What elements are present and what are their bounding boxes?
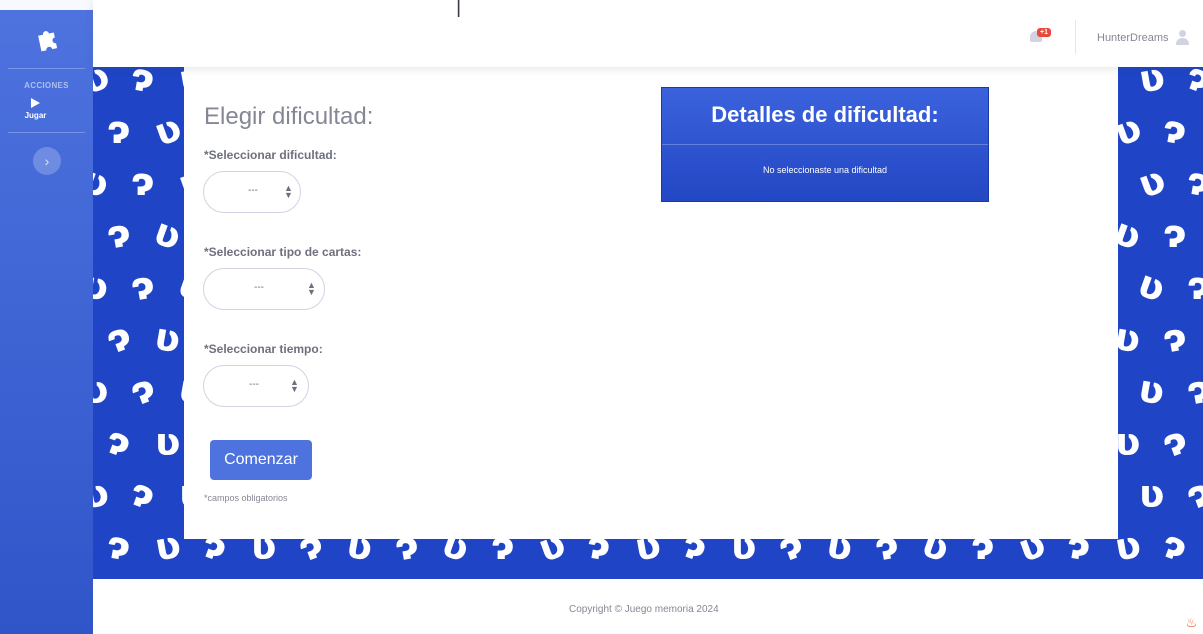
pattern-glyph: ʋ [1132, 260, 1172, 312]
difficulty-card: Elegir dificultad: *Seleccionar dificult… [184, 67, 1118, 539]
pattern-glyph: ɂ [100, 417, 138, 467]
brand-logo[interactable] [0, 10, 93, 68]
scroll-top-button[interactable]: ♨ [1180, 612, 1203, 634]
sidebar-item-jugar[interactable]: Jugar [0, 98, 93, 120]
notifications-button[interactable]: +1 [1028, 28, 1051, 46]
pattern-glyph: ɂ [124, 365, 162, 415]
pattern-glyph: ɂ [124, 469, 162, 519]
pattern-glyph: ɂ [1183, 158, 1203, 206]
pattern-glyph: ɂ [1163, 212, 1187, 256]
username: HunterDreams [1097, 31, 1169, 44]
required-fields-note: *campos obligatorios [204, 493, 288, 503]
topbar: | +1 HunterDreams [93, 0, 1203, 67]
pattern-glyph: ɂ [1156, 521, 1194, 571]
pattern-glyph: ʋ [1139, 472, 1165, 516]
pattern-glyph: ɂ [103, 522, 134, 570]
sort-arrows-icon: ▲ ▼ [307, 280, 316, 297]
sort-arrows-icon: ▲ ▼ [284, 183, 293, 200]
details-divider [662, 144, 988, 145]
puzzle-icon [37, 31, 57, 52]
pattern-glyph: ɂ [127, 67, 158, 102]
pattern-glyph: ʋ [93, 67, 116, 104]
user-icon [1175, 30, 1189, 45]
time-label: *Seleccionar tiempo: [204, 342, 323, 356]
details-message: No seleccionaste una dificultad [762, 165, 888, 175]
topbar-divider [1075, 20, 1076, 54]
sort-arrows-icon: ▲ ▼ [290, 377, 299, 394]
difficulty-label: *Seleccionar dificultad: [204, 148, 337, 162]
pattern-glyph: ʋ [93, 262, 113, 310]
page-title: Elegir dificultad: [204, 103, 374, 130]
sidebar-heading: ACCIONES [24, 81, 69, 90]
copyright-text: Copyright © Juego memoria 2024 [569, 604, 719, 615]
card-type-select[interactable]: --- ▲ ▼ [203, 268, 325, 310]
pattern-glyph: ɂ [1180, 67, 1203, 103]
play-icon [31, 98, 40, 108]
pattern-glyph: ʋ [151, 314, 185, 362]
pattern-glyph: ʋ [93, 470, 113, 518]
pattern-glyph: ɂ [107, 108, 131, 152]
pattern-glyph: ʋ [1135, 366, 1169, 414]
pattern-glyph: ʋ [93, 156, 116, 208]
pattern-glyph: ɂ [1156, 417, 1194, 467]
pattern-glyph: ɂ [103, 210, 134, 258]
card-type-select-value: --- [254, 282, 264, 293]
difficulty-select[interactable]: --- ▲ ▼ [203, 171, 301, 213]
chevron-right-icon: › [44, 153, 50, 169]
sidebar-divider [8, 132, 85, 133]
pattern-glyph: ʋ [93, 368, 109, 412]
time-select-value: --- [249, 379, 259, 390]
sidebar-divider [8, 68, 85, 69]
pattern-glyph: ʋ [151, 522, 185, 570]
pattern-glyph: ɂ [127, 262, 158, 310]
pattern-glyph: ʋ [148, 208, 188, 260]
pattern-glyph: ɂ [100, 313, 138, 363]
pattern-glyph: ʋ [155, 420, 181, 464]
sidebar: ACCIONES Jugar › [0, 10, 93, 634]
notification-badge: +1 [1037, 28, 1051, 37]
pattern-glyph: ɂ [1180, 469, 1203, 519]
pattern-glyph: ɂ [1183, 366, 1203, 414]
pattern-glyph: ʋ [1135, 67, 1169, 102]
pattern-glyph: ɂ [131, 160, 155, 204]
sidebar-item-label: Jugar [24, 111, 47, 120]
pattern-glyph: ʋ [1132, 156, 1172, 208]
pattern-glyph: ɂ [1159, 106, 1190, 154]
difficulty-details-panel: Detalles de dificultad: No seleccionaste… [661, 87, 989, 202]
card-type-label: *Seleccionar tipo de cartas: [204, 245, 362, 259]
details-title: Detalles de dificultad: [711, 102, 939, 127]
pattern-glyph: ɂ [1159, 314, 1190, 362]
user-menu[interactable]: HunterDreams [1097, 30, 1189, 45]
pattern-glyph: ʋ [148, 104, 188, 156]
pattern-glyph: ʋ [1115, 420, 1141, 464]
difficulty-select-value: --- [248, 185, 258, 196]
pattern-glyph: ɂ [1187, 264, 1203, 308]
time-select[interactable]: --- ▲ ▼ [203, 365, 309, 407]
footer: Copyright © Juego memoria 2024 [93, 579, 1203, 634]
start-button[interactable]: Comenzar [210, 440, 312, 480]
flame-icon: ♨ [1185, 615, 1198, 630]
title-fragment: | [456, 0, 462, 18]
sidebar-toggle-button[interactable]: › [33, 147, 61, 175]
